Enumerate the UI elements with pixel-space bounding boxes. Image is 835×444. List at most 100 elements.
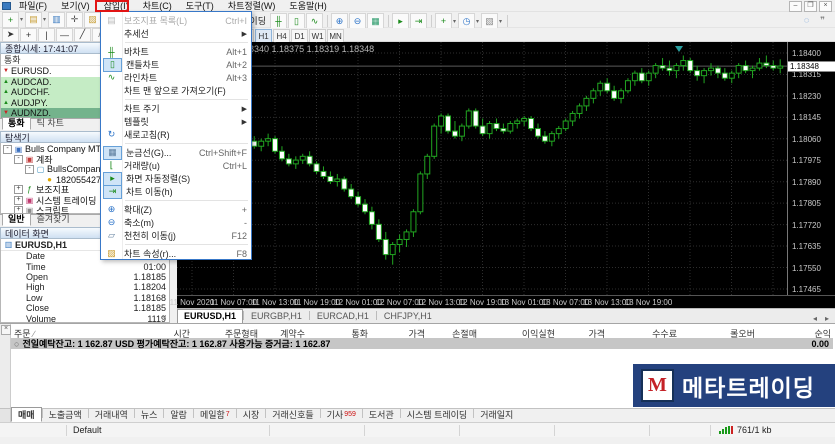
dropdown-arrow-icon[interactable]: ▾	[499, 18, 502, 25]
candle	[722, 73, 727, 78]
tab-scroll-right-icon[interactable]: ▸	[825, 314, 829, 323]
menu-item[interactable]: ▱천천히 이동(j)F12	[101, 229, 251, 242]
candle	[480, 126, 485, 134]
profiles-button[interactable]: ▤	[25, 12, 42, 28]
chart-tab[interactable]: EURUSD,H1	[177, 309, 243, 323]
tile-windows-button[interactable]: ▦	[367, 13, 384, 29]
dropdown-arrow-icon[interactable]: ▾	[20, 16, 23, 23]
menu-item[interactable]: 차트 주기▶	[101, 102, 251, 115]
close-terminal-icon[interactable]: ×	[1, 325, 11, 335]
data-window-symbol: EURUSD,H1	[15, 240, 67, 250]
data-window-button[interactable]: ✛	[66, 12, 83, 28]
terminal-tab[interactable]: 노출금액	[43, 408, 88, 421]
bar-chart-button[interactable]: ╫	[270, 13, 287, 29]
menu-item[interactable]: ▸화면 자동정렬(S)	[101, 172, 251, 185]
auto-scroll-button[interactable]: ▸	[392, 13, 409, 29]
search-button[interactable]: ◌	[799, 13, 814, 27]
restore-icon[interactable]: ❐	[804, 1, 817, 12]
menubar-item[interactable]: 도구(T)	[179, 0, 221, 12]
tab-bar-handle[interactable]	[0, 409, 11, 422]
status-profile[interactable]: Default	[67, 425, 269, 435]
menubar-item[interactable]: 파일(F)	[12, 0, 54, 12]
time-axis[interactable]: 11 Nov 202011 Nov 07:0011 Nov 13:0011 No…	[177, 295, 835, 309]
chart-tab[interactable]: EURCAD,H1	[310, 309, 376, 323]
terminal-tab[interactable]: 매매	[11, 407, 42, 422]
scroll-down-icon[interactable]: ∨	[162, 313, 167, 321]
menubar-item[interactable]: 차트(C)	[136, 0, 179, 12]
hline-button[interactable]: —	[56, 28, 73, 42]
collapse-icon[interactable]: -	[3, 145, 12, 154]
terminal-tab[interactable]: 거래일지	[474, 408, 519, 421]
menu-item[interactable]: 템플릿▶	[101, 115, 251, 128]
community-button[interactable]: ❞	[815, 13, 830, 27]
timeframe-h4[interactable]: H4	[273, 29, 290, 43]
collapse-icon[interactable]: -	[25, 165, 34, 174]
cursor-icon: ➤	[7, 29, 15, 40]
menu-item[interactable]: ╫바차트Alt+1	[101, 45, 251, 58]
chart-area[interactable]: 1.184001.183151.182301.181451.180601.179…	[177, 42, 835, 308]
menu-item[interactable]: ▤보조지표 목록(L)Ctrl+I	[101, 14, 251, 27]
periods-button[interactable]: ◷	[458, 13, 475, 29]
menu-item[interactable]: ⊕확대(Z)+	[101, 203, 251, 216]
terminal-tab[interactable]: 시장	[237, 408, 266, 421]
candle	[342, 179, 347, 189]
chart-tab[interactable]: CHFJPY,H1	[377, 309, 439, 323]
menubar-item[interactable]: 보기(V)	[54, 0, 97, 12]
crosshair-button[interactable]: +	[20, 28, 37, 42]
chart-shift-button[interactable]: ⇥	[410, 13, 427, 29]
menu-item[interactable]: ▨차트 속성(r)...F8	[101, 247, 251, 260]
indicators-button[interactable]: +	[435, 13, 452, 29]
minimize-icon[interactable]: –	[789, 1, 802, 12]
expand-icon[interactable]: +	[14, 196, 23, 205]
terminal-tab[interactable]: 메일함7	[194, 408, 236, 421]
trendline-button[interactable]: ╱	[74, 28, 91, 42]
navigator-button[interactable]: ▨	[84, 12, 101, 28]
balance-row[interactable]: ○ 전일예탁잔고: 1 162.87 USD 평가예탁잔고: 1 162.87 …	[11, 338, 833, 349]
timeframe-h1[interactable]: H1	[255, 29, 272, 43]
new-chart-button[interactable]: +	[2, 12, 19, 28]
menu-item[interactable]: 차트 맨 앞으로 가져오기(F)	[101, 84, 251, 97]
terminal-tab[interactable]: 도서관	[363, 408, 400, 421]
menu-item[interactable]: ⊖축소(m)-	[101, 216, 251, 229]
expand-icon[interactable]: +	[14, 185, 23, 194]
dropdown-arrow-icon[interactable]: ▾	[453, 18, 456, 25]
terminal-tab[interactable]: 거래내역	[89, 408, 134, 421]
menubar-item[interactable]: 도움말(H)	[282, 0, 333, 12]
timeframe-mn[interactable]: MN	[327, 29, 344, 43]
dropdown-arrow-icon[interactable]: ▾	[43, 16, 46, 23]
menu-item[interactable]: ∿라인차트Alt+3	[101, 71, 251, 84]
terminal-tab[interactable]: 기사959	[321, 408, 362, 421]
market-watch-tab[interactable]: 통화	[2, 117, 31, 130]
market-watch-tab[interactable]: 틱 차트	[31, 117, 70, 130]
candle-chart-button[interactable]: ▯	[288, 13, 305, 29]
navigator-tab[interactable]: 즐겨찾기	[31, 213, 76, 226]
zoom-in-button[interactable]: ⊕	[331, 13, 348, 29]
zoom-out-button[interactable]: ⊖	[349, 13, 366, 29]
menubar-item[interactable]: 차트정렬(W)	[221, 0, 283, 12]
line-chart-button[interactable]: ∿	[306, 13, 323, 29]
market-watch-button[interactable]: ▥	[48, 12, 65, 28]
terminal-tab[interactable]: 거래신호들	[266, 408, 319, 421]
menu-item[interactable]: ▦눈금선(G)...Ctrl+Shift+F	[101, 146, 251, 159]
menu-item[interactable]: 추세선▶	[101, 27, 251, 40]
timeframe-w1[interactable]: W1	[309, 29, 326, 43]
vline-button[interactable]: |	[38, 28, 55, 42]
menu-item[interactable]: ↻새로고침(R)	[101, 128, 251, 141]
menu-item-label: 확대(Z)	[124, 203, 236, 216]
chart-tab[interactable]: EURGBP,H1	[244, 309, 309, 323]
templates-button[interactable]: ▧	[481, 13, 498, 29]
menu-item[interactable]: ⇥차트 이동(h)	[101, 185, 251, 198]
menu-item[interactable]: ⌊거래량(u)Ctrl+L	[101, 159, 251, 172]
terminal-tab[interactable]: 시스템 트레이딩	[401, 408, 473, 421]
collapse-icon[interactable]: -	[14, 155, 23, 164]
terminal-tab[interactable]: 알람	[164, 408, 193, 421]
dropdown-arrow-icon[interactable]: ▾	[476, 18, 479, 25]
tab-scroll-left-icon[interactable]: ◂	[813, 314, 817, 323]
terminal-tab[interactable]: 뉴스	[135, 408, 164, 421]
cursor-button[interactable]: ➤	[2, 28, 19, 42]
close-icon[interactable]: ×	[819, 1, 832, 12]
navigator-tab[interactable]: 일반	[2, 213, 31, 226]
price-axis[interactable]: 1.184001.183151.182301.181451.180601.179…	[787, 42, 835, 295]
timeframe-d1[interactable]: D1	[291, 29, 308, 43]
menu-item[interactable]: ▯캔들차트Alt+2	[101, 58, 251, 71]
